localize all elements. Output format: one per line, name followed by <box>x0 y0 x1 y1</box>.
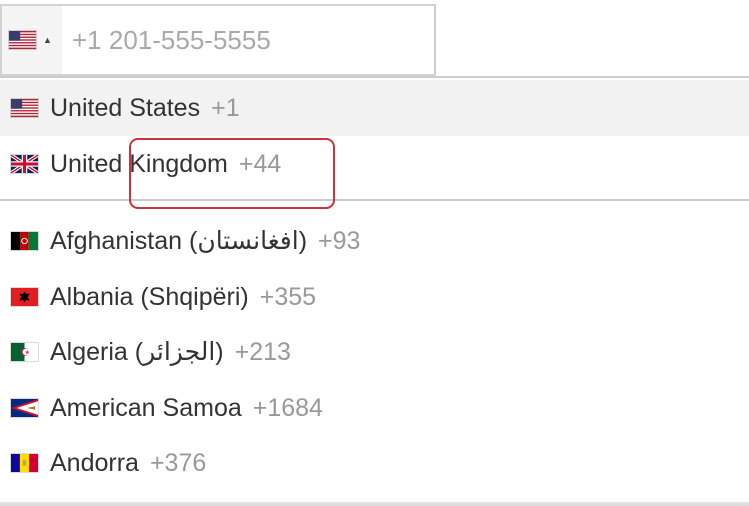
preferred-countries-divider <box>0 199 749 201</box>
country-name: Albania (Shqipëri) <box>50 282 249 311</box>
country-name: American Samoa <box>50 393 242 422</box>
dial-code: +376 <box>149 448 207 477</box>
dial-code: +1684 <box>252 393 323 422</box>
country-flag-selector[interactable]: ▲ <box>2 6 62 74</box>
dial-code: +213 <box>234 337 291 366</box>
country-name: United Kingdom <box>50 149 228 178</box>
dropdown-arrow-icon: ▲ <box>43 34 52 45</box>
dz-flag-icon <box>10 342 39 362</box>
af-flag-icon <box>10 231 39 251</box>
phone-number-input[interactable] <box>62 6 434 74</box>
country-name: United States <box>50 93 201 122</box>
country-option-afghanistan[interactable]: Afghanistan (‫افغانستان‬‎) +93 <box>0 213 749 269</box>
country-option-american-samoa[interactable]: American Samoa +1684 <box>0 380 749 436</box>
us-flag-icon <box>10 98 39 118</box>
phone-input-container: ▲ <box>0 4 436 76</box>
country-option-united-kingdom[interactable]: United Kingdom +44 <box>0 136 749 192</box>
dial-code: +1 <box>211 93 240 122</box>
dial-code: +355 <box>259 282 317 311</box>
uk-flag-icon <box>10 154 39 174</box>
country-option-algeria[interactable]: Algeria (‫الجزائر‬‎) +213 <box>0 324 749 380</box>
dial-code: +44 <box>238 149 282 178</box>
country-name: Algeria (‫الجزائر‬‎) <box>50 338 224 366</box>
country-name: Andorra <box>50 448 139 477</box>
al-flag-icon <box>10 287 39 307</box>
country-option-andorra[interactable]: Andorra +376 <box>0 435 749 491</box>
country-dropdown-list: United States +1 United Kingdom +44 Afgh… <box>0 76 749 506</box>
country-option-united-states[interactable]: United States +1 <box>0 80 749 136</box>
country-name: Afghanistan (‫افغانستان‬‎) <box>50 227 308 255</box>
dial-code: +93 <box>318 226 361 255</box>
ad-flag-icon <box>10 453 39 473</box>
dropdown-bottom-edge <box>0 502 749 506</box>
country-option-albania[interactable]: Albania (Shqipëri) +355 <box>0 269 749 325</box>
as-flag-icon <box>10 398 39 418</box>
us-flag-icon <box>8 30 37 50</box>
